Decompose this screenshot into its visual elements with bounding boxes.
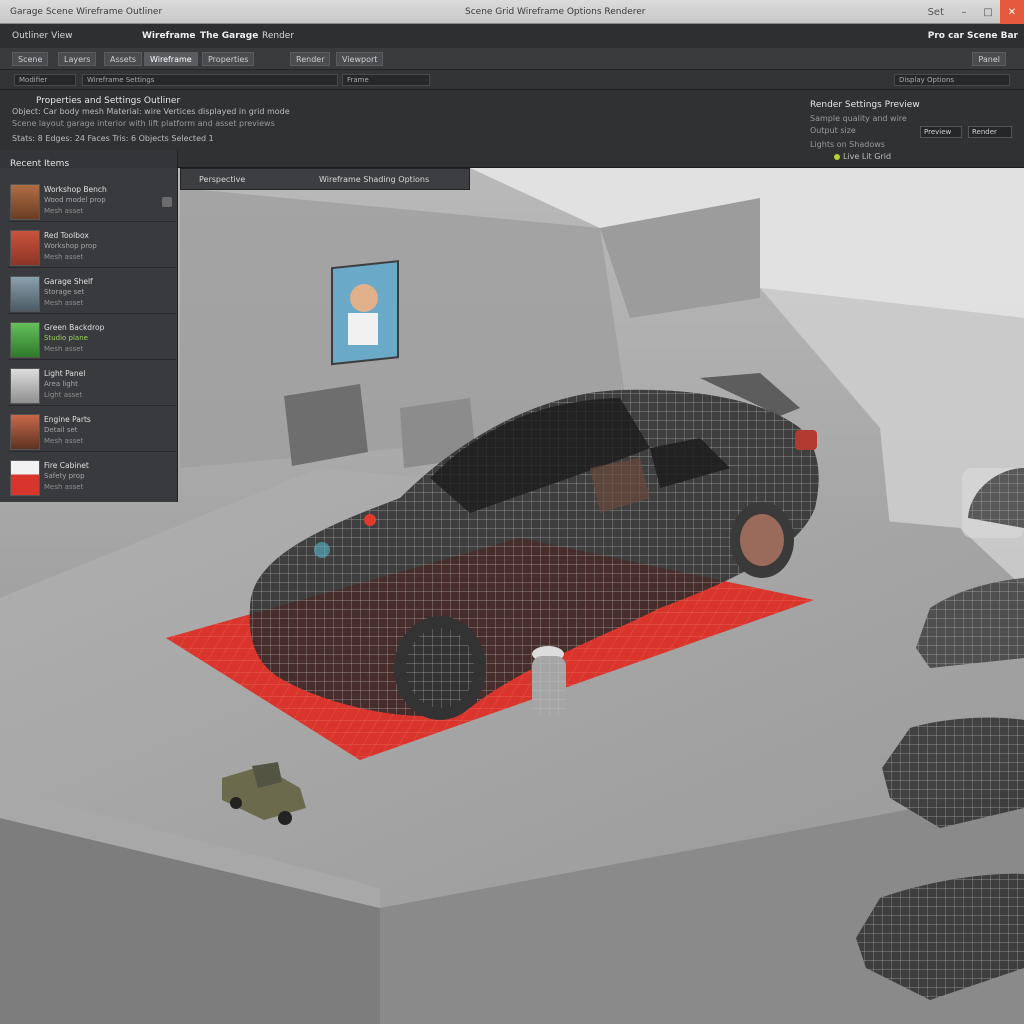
asset-thumbnail [10, 414, 40, 450]
asset-sub: Detail set [44, 426, 78, 434]
asset-sidebar: Recent Items Workshop Bench Wood model p… [0, 150, 178, 502]
preview-stepper[interactable]: Preview [920, 126, 962, 138]
asset-name: Red Toolbox [44, 231, 89, 240]
asset-meta: Mesh asset [44, 207, 84, 215]
options-bar: Modifier Wireframe Settings Frame Displa… [0, 70, 1024, 90]
viewport-toolbar: Perspective Wireframe Shading Options [180, 168, 470, 190]
tab-panel[interactable]: Panel [972, 52, 1006, 66]
asset-meta: Light asset [44, 391, 83, 399]
info-line-2: Scene layout garage interior with lift p… [12, 119, 275, 128]
asset-item[interactable]: Engine Parts Detail set Mesh asset [8, 412, 176, 452]
asset-name: Garage Shelf [44, 277, 93, 286]
asset-thumbnail [10, 276, 40, 312]
asset-sub: Storage set [44, 288, 85, 296]
asset-meta: Mesh asset [44, 437, 84, 445]
asset-item[interactable]: Light Panel Area light Light asset [8, 366, 176, 406]
asset-item[interactable]: Garage Shelf Storage set Mesh asset [8, 274, 176, 314]
asset-name: Workshop Bench [44, 185, 107, 194]
asset-thumbnail [10, 460, 40, 496]
render-line-2: Output size [810, 126, 856, 135]
asset-item[interactable]: Workshop Bench Wood model prop Mesh asse… [8, 182, 176, 222]
asset-thumbnail [10, 184, 40, 220]
jack-stand [532, 646, 566, 716]
status-legend: Live Lit Grid [834, 152, 891, 161]
asset-sub: Studio plane [44, 334, 88, 342]
asset-meta: Mesh asset [44, 483, 84, 491]
status-dot-icon [834, 153, 840, 160]
render-line-1: Sample quality and wire [810, 114, 907, 123]
window-title: Garage Scene Wireframe Outliner [10, 7, 163, 17]
minimize-icon[interactable]: – [952, 0, 976, 24]
asset-item[interactable]: Fire Cabinet Safety prop Mesh asset [8, 458, 176, 498]
mode-menu[interactable]: Render [262, 31, 294, 41]
status-legend-text: Live Lit Grid [843, 152, 892, 161]
info-line-1: Object: Car body mesh Material: wire Ver… [12, 107, 290, 116]
asset-meta: Mesh asset [44, 299, 84, 307]
asset-thumbnail [10, 230, 40, 266]
menu-outliner[interactable]: Outliner View [12, 31, 72, 41]
info-heading: Properties and Settings Outliner [36, 96, 181, 106]
workspace-name[interactable]: The Garage [200, 31, 258, 41]
menu-bar: Outliner View Wireframe The Garage Rende… [0, 24, 1024, 48]
asset-sub: Workshop prop [44, 242, 97, 250]
tab-assets[interactable]: Assets [104, 52, 143, 66]
viewport-shading-options[interactable]: Wireframe Shading Options [319, 175, 429, 184]
title-bar: Garage Scene Wireframe Outliner Scene Gr… [0, 0, 1024, 24]
asset-meta: Mesh asset [44, 253, 84, 261]
asset-item[interactable]: Red Toolbox Workshop prop Mesh asset [8, 228, 176, 268]
wireframe-settings-field[interactable]: Wireframe Settings [82, 74, 338, 86]
asset-thumbnail [10, 368, 40, 404]
wall-monitor [331, 260, 399, 366]
frame-field[interactable]: Frame [342, 74, 430, 86]
tab-viewport[interactable]: Viewport [336, 52, 384, 66]
asset-name: Engine Parts [44, 415, 91, 424]
modifier-field[interactable]: Modifier [14, 74, 76, 86]
tab-render[interactable]: Render [290, 52, 331, 66]
app-name: Wireframe [142, 31, 196, 41]
render-settings-heading: Render Settings Preview [810, 100, 920, 110]
asset-options-icon[interactable] [162, 197, 172, 207]
vehicle-wireframe-1[interactable] [962, 468, 1024, 538]
info-line-3: Stats: 8 Edges: 24 Faces Tris: 6 Objects… [12, 134, 214, 143]
asset-sub: Wood model prop [44, 196, 106, 204]
asset-sub: Safety prop [44, 472, 85, 480]
asset-name: Light Panel [44, 369, 86, 378]
asset-thumbnail [10, 322, 40, 358]
render-line-3: Lights on Shadows [810, 140, 885, 149]
maximize-icon[interactable]: □ [976, 0, 1000, 24]
tab-wireframe[interactable]: Wireframe [144, 52, 198, 66]
render-stepper[interactable]: Render [968, 126, 1012, 138]
close-icon[interactable]: ✕ [1000, 0, 1024, 24]
user-label[interactable]: Set [920, 0, 952, 24]
asset-item[interactable]: Green Backdrop Studio plane Mesh asset [8, 320, 176, 360]
sidebar-title: Recent Items [10, 159, 70, 169]
viewport-perspective[interactable]: Perspective [199, 175, 245, 184]
tab-properties[interactable]: Properties [202, 52, 255, 66]
tab-layers[interactable]: Layers [58, 52, 97, 66]
window-controls: Set – □ ✕ [920, 0, 1024, 24]
display-options-field[interactable]: Display Options [894, 74, 1010, 86]
status-text: Scene Grid Wireframe Options Renderer [465, 7, 646, 17]
tab-scene[interactable]: Scene [12, 52, 49, 66]
scene-bar-label[interactable]: Pro car Scene Bar [928, 31, 1018, 41]
asset-name: Green Backdrop [44, 323, 105, 332]
asset-name: Fire Cabinet [44, 461, 89, 470]
tab-row: Scene Layers Assets Wireframe Properties… [0, 48, 1024, 70]
asset-sub: Area light [44, 380, 78, 388]
asset-meta: Mesh asset [44, 345, 84, 353]
